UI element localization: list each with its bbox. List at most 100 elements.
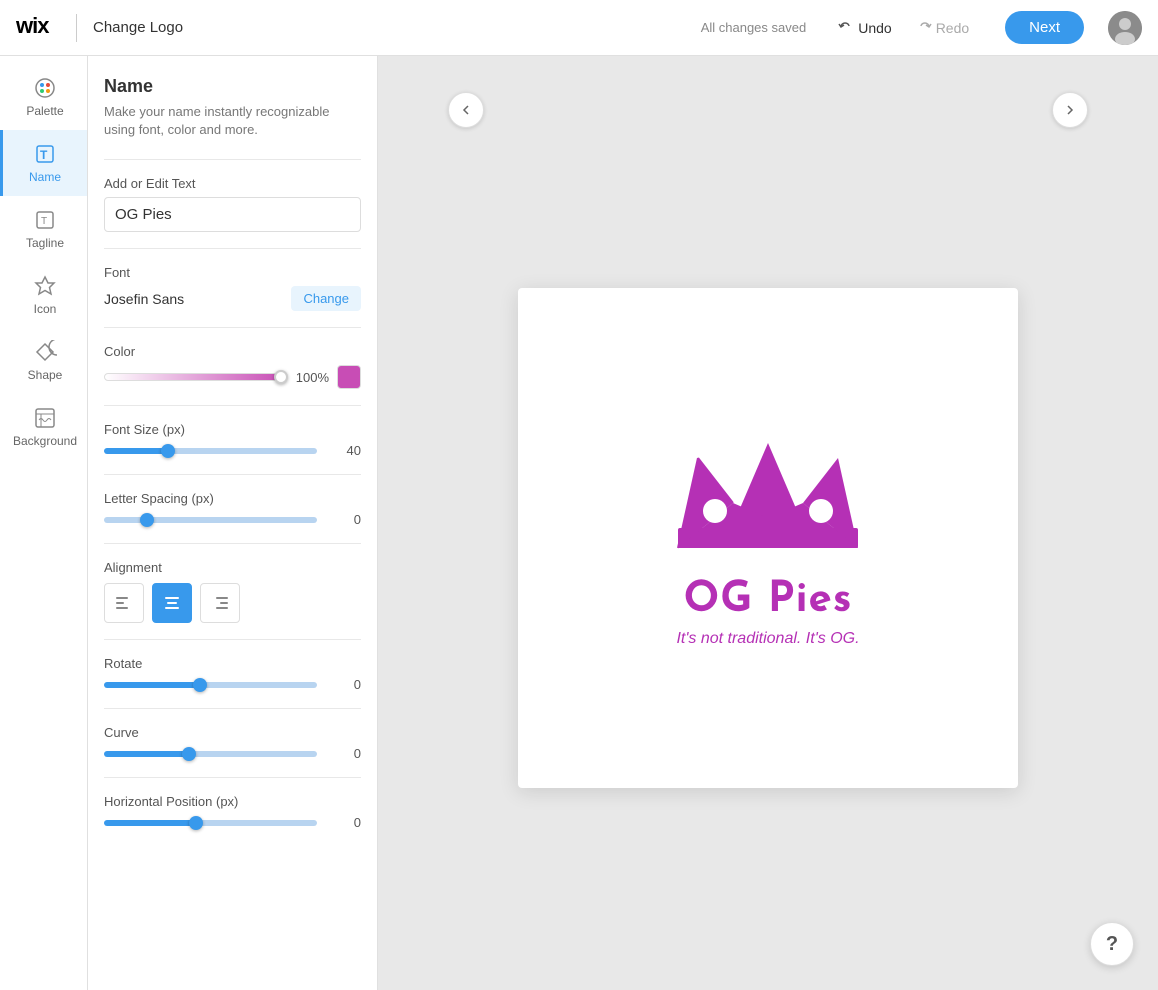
divider-5 [104, 474, 361, 475]
font-name-value: Josefin Sans [104, 291, 184, 307]
shape-icon [33, 340, 57, 364]
sidebar-item-icon[interactable]: Icon [0, 262, 87, 328]
rotate-label: Rotate [104, 656, 361, 671]
h-position-label: Horizontal Position (px) [104, 794, 361, 809]
panel-title: Name [104, 76, 361, 97]
alignment-section: Alignment [104, 560, 361, 623]
chevron-right-icon [1064, 104, 1076, 116]
sidebar-item-name[interactable]: T Name [0, 130, 87, 196]
prev-arrow-button[interactable] [448, 92, 484, 128]
font-label: Font [104, 265, 361, 280]
add-edit-text-section: Add or Edit Text [104, 176, 361, 232]
icon-sidebar-icon [33, 274, 57, 298]
divider-3 [104, 327, 361, 328]
divider-8 [104, 708, 361, 709]
header-title: Change Logo [93, 19, 183, 36]
color-section: Color 100% [104, 344, 361, 389]
align-left-button[interactable] [104, 583, 144, 623]
font-size-slider-track[interactable] [104, 448, 317, 454]
curve-section: Curve 0 [104, 725, 361, 761]
align-center-icon [162, 593, 182, 613]
align-center-button[interactable] [152, 583, 192, 623]
letter-spacing-slider-handle[interactable] [140, 513, 154, 527]
color-slider-track[interactable] [104, 373, 285, 381]
avatar [1108, 11, 1142, 45]
header-status: All changes saved [701, 20, 807, 35]
wix-logo: wix [16, 13, 60, 43]
curve-slider-handle[interactable] [182, 747, 196, 761]
settings-panel: Name Make your name instantly recognizab… [88, 56, 378, 990]
undo-redo-group: Undo Redo [830, 16, 977, 40]
curve-slider-container: 0 [104, 746, 361, 761]
logo-text-input[interactable] [104, 197, 361, 232]
font-size-label: Font Size (px) [104, 422, 361, 437]
rotate-value: 0 [325, 677, 361, 692]
panel-description: Make your name instantly recognizable us… [104, 103, 361, 139]
rotate-slider-handle[interactable] [193, 678, 207, 692]
divider-1 [104, 159, 361, 160]
font-size-slider-handle[interactable] [161, 444, 175, 458]
sidebar-item-shape[interactable]: Shape [0, 328, 87, 394]
divider-7 [104, 639, 361, 640]
curve-label: Curve [104, 725, 361, 740]
sidebar-item-tagline[interactable]: T Tagline [0, 196, 87, 262]
font-size-value: 40 [325, 443, 361, 458]
header: wix Change Logo All changes saved Undo R… [0, 0, 1158, 56]
logo-tagline-text: It's not traditional. It's OG. [676, 630, 859, 648]
divider-6 [104, 543, 361, 544]
font-size-section: Font Size (px) 40 [104, 422, 361, 458]
curve-slider-track[interactable] [104, 751, 317, 757]
sidebar-item-palette[interactable]: Palette [0, 64, 87, 130]
svg-text:T: T [40, 148, 48, 162]
svg-text:T: T [41, 216, 47, 227]
canvas-area: OG Pies It's not traditional. It's OG. ? [378, 56, 1158, 990]
color-row: 100% [104, 365, 361, 389]
h-position-slider-track[interactable] [104, 820, 317, 826]
redo-button[interactable]: Redo [908, 16, 977, 40]
help-button[interactable]: ? [1090, 922, 1134, 966]
next-arrow-button[interactable] [1052, 92, 1088, 128]
font-row: Josefin Sans Change [104, 286, 361, 311]
color-label: Color [104, 344, 361, 359]
header-divider [76, 14, 77, 42]
curve-value: 0 [325, 746, 361, 761]
h-position-slider-handle[interactable] [189, 816, 203, 830]
main-layout: Palette T Name T Tagline Icon [0, 56, 1158, 990]
h-position-value: 0 [325, 815, 361, 830]
letter-spacing-slider-track[interactable] [104, 517, 317, 523]
alignment-row [104, 583, 361, 623]
logo-name-text: OG Pies [683, 579, 852, 622]
undo-icon [838, 20, 854, 36]
alignment-label: Alignment [104, 560, 361, 575]
align-right-button[interactable] [200, 583, 240, 623]
tagline-icon: T [33, 208, 57, 232]
divider-4 [104, 405, 361, 406]
font-change-button[interactable]: Change [291, 286, 361, 311]
sidebar-item-background[interactable]: Background [0, 394, 87, 460]
letter-spacing-slider-container: 0 [104, 512, 361, 527]
align-right-icon [210, 593, 230, 613]
next-button[interactable]: Next [1005, 11, 1084, 44]
divider-2 [104, 248, 361, 249]
letter-spacing-value: 0 [325, 512, 361, 527]
chevron-left-icon [460, 104, 472, 116]
palette-icon [33, 76, 57, 100]
rotate-slider-track[interactable] [104, 682, 317, 688]
h-position-slider-container: 0 [104, 815, 361, 830]
logo-preview-card: OG Pies It's not traditional. It's OG. [518, 288, 1018, 788]
rotate-slider-container: 0 [104, 677, 361, 692]
letter-spacing-label: Letter Spacing (px) [104, 491, 361, 506]
font-size-slider-container: 40 [104, 443, 361, 458]
color-opacity-value: 100% [293, 370, 329, 385]
letter-spacing-section: Letter Spacing (px) 0 [104, 491, 361, 527]
color-slider-handle[interactable] [274, 370, 288, 384]
font-section: Font Josefin Sans Change [104, 265, 361, 311]
redo-icon [916, 20, 932, 36]
color-swatch[interactable] [337, 365, 361, 389]
align-left-icon [114, 593, 134, 613]
background-icon [33, 406, 57, 430]
rotate-section: Rotate 0 [104, 656, 361, 692]
undo-button[interactable]: Undo [830, 16, 899, 40]
divider-9 [104, 777, 361, 778]
svg-text:wix: wix [16, 13, 50, 37]
